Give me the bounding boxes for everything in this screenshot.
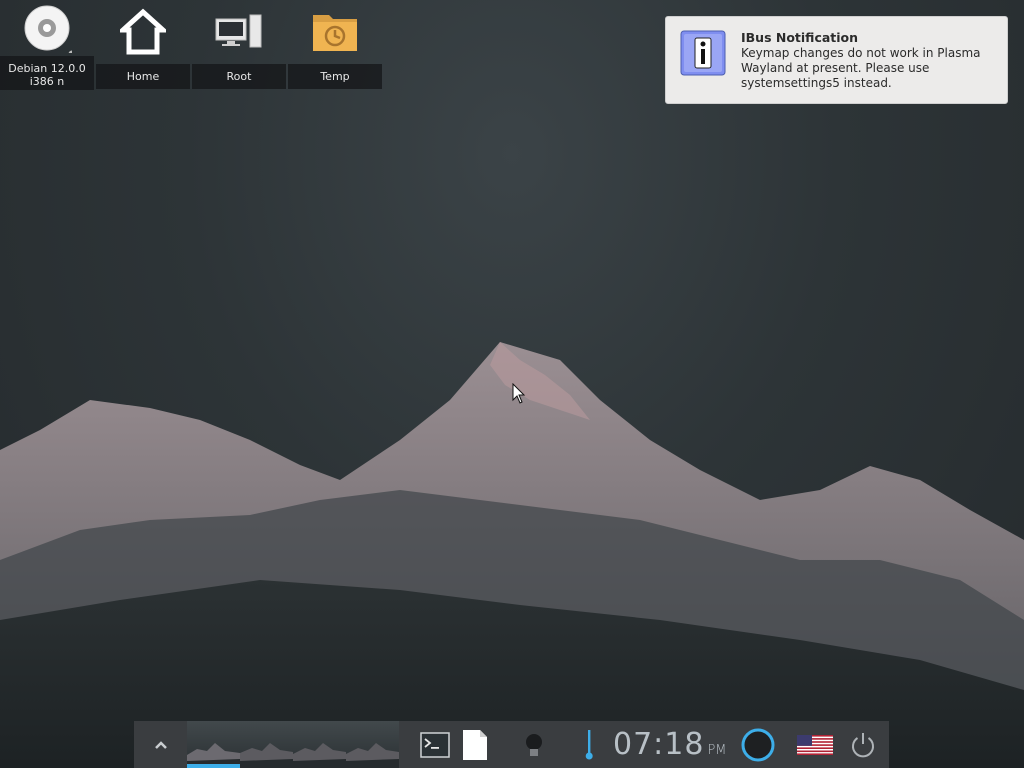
notification-title: IBus Notification: [741, 30, 859, 45]
us-flag-icon: [796, 734, 833, 755]
desktop-icon-debian-disc[interactable]: Debian 12.0.0 i386 n: [0, 0, 94, 90]
virtual-desktop-pager[interactable]: [187, 721, 399, 768]
folder-clock-icon: [288, 0, 382, 64]
bulb-icon: [526, 733, 542, 756]
notification-body: Keymap changes do not work in Plasma Way…: [741, 46, 981, 90]
power-button[interactable]: [845, 721, 881, 768]
taskbar-panel: 07:18 PM: [134, 721, 889, 768]
desktop-thumbnail-4[interactable]: [346, 721, 399, 768]
desktop-icon-label: Debian 12.0.0 i386 n: [0, 56, 94, 90]
notification-text: IBus Notification Keymap changes do not …: [741, 30, 995, 93]
desktop-icon-label: Home: [96, 64, 190, 89]
desktop-thumbnail-1[interactable]: [187, 721, 240, 768]
show-desktop-button[interactable]: [134, 721, 187, 768]
info-icon: [680, 30, 726, 76]
ibus-notification[interactable]: IBus Notification Keymap changes do not …: [665, 16, 1008, 104]
terminal-launcher[interactable]: [415, 721, 455, 768]
text-editor-launcher[interactable]: [455, 721, 495, 768]
activity-indicator[interactable]: [739, 721, 777, 768]
home-icon: [96, 0, 190, 64]
temperature-applet[interactable]: [579, 721, 599, 768]
chevron-up-icon: [154, 740, 167, 749]
mouse-cursor-icon: [512, 383, 526, 404]
keyboard-layout-indicator[interactable]: [795, 721, 835, 768]
optical-disc-icon: [0, 0, 94, 56]
computer-icon: [192, 0, 286, 64]
desktop-thumbnail-3[interactable]: [293, 721, 346, 768]
clock-ampm: PM: [707, 743, 727, 758]
terminal-icon: [420, 731, 450, 758]
desktop-icon-root[interactable]: Root: [192, 0, 286, 90]
digital-clock[interactable]: 07:18 PM: [613, 727, 727, 762]
document-icon: [463, 729, 487, 760]
clock-time: 07:18: [613, 727, 705, 762]
power-icon: [851, 732, 874, 757]
ring-icon: [741, 728, 775, 761]
thermometer-icon: [585, 729, 593, 759]
desktop-icon-label: Temp: [288, 64, 382, 89]
brightness-applet[interactable]: [517, 721, 551, 768]
desktop-thumbnail-2[interactable]: [240, 721, 293, 768]
desktop-icon-home[interactable]: Home: [96, 0, 190, 90]
desktop-icon-label: Root: [192, 64, 286, 89]
desktop-icon-temp[interactable]: Temp: [288, 0, 382, 90]
